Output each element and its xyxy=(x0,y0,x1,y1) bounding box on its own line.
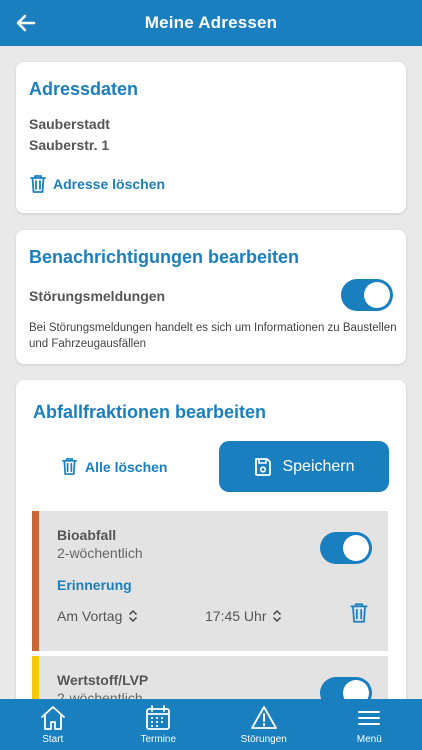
fraction-color-bar xyxy=(32,511,39,651)
chevron-up-down-icon xyxy=(129,610,138,622)
fractions-card: Abfallfraktionen bearbeiten Alle löschen… xyxy=(16,380,406,710)
toggle-knob xyxy=(364,282,390,308)
save-label: Speichern xyxy=(282,457,355,475)
trash-icon xyxy=(62,458,77,475)
notifications-card-title: Benachrichtigungen bearbeiten xyxy=(29,247,300,267)
calendar-icon xyxy=(146,705,171,730)
bottom-tab-bar: Start Termine Störungen Menü xyxy=(0,699,422,750)
toggle-knob xyxy=(343,535,369,561)
notifications-toggle[interactable] xyxy=(341,279,393,311)
tab-label: Start xyxy=(42,734,64,745)
address-city: Sauberstadt xyxy=(29,116,110,132)
delete-reminder-button[interactable] xyxy=(349,602,369,629)
fractions-card-title: Abfallfraktionen bearbeiten xyxy=(33,402,267,422)
warning-icon xyxy=(250,706,277,729)
delete-all-button[interactable]: Alle löschen xyxy=(61,457,167,476)
fraction-name: Bioabfall xyxy=(57,527,117,543)
reminder-day-select[interactable]: Am Vortag xyxy=(57,608,138,624)
address-card-title: Adressdaten xyxy=(29,79,139,99)
fraction-name: Wertstoff/LVP xyxy=(57,672,149,688)
save-button[interactable]: Speichern xyxy=(219,441,389,492)
tab-label: Menü xyxy=(356,734,382,745)
address-street: Sauberstr. 1 xyxy=(29,137,110,153)
trash-icon xyxy=(350,603,368,623)
delete-address-label: Adresse löschen xyxy=(53,176,166,192)
notifications-toggle-label: Störungsmeldungen xyxy=(29,288,166,304)
page-title: Meine Adressen xyxy=(144,13,278,32)
tab-stoerungen[interactable]: Störungen xyxy=(211,699,317,750)
tab-menue[interactable]: Menü xyxy=(317,699,422,750)
reminder-time-select[interactable]: 17:45 Uhr xyxy=(205,608,282,624)
home-icon xyxy=(40,706,65,730)
notifications-description: Bei Störungsmeldungen handelt es sich um… xyxy=(29,322,397,350)
reminder-day-value: Am Vortag xyxy=(57,608,123,624)
tab-label: Termine xyxy=(140,734,177,745)
delete-address-button[interactable]: Adresse löschen xyxy=(29,174,165,194)
arrow-left-icon xyxy=(16,14,36,32)
tab-label: Störungen xyxy=(240,734,287,745)
back-button[interactable] xyxy=(12,9,40,37)
tab-start[interactable]: Start xyxy=(0,699,106,750)
app-bar: Meine Adressen xyxy=(0,0,422,46)
address-card: Adressdaten Sauberstadt Sauberstr. 1 Adr… xyxy=(16,62,406,213)
reminder-label: Erinnerung xyxy=(57,577,132,593)
reminder-time-value: 17:45 Uhr xyxy=(205,608,267,624)
fraction-item-bioabfall: Bioabfall 2-wöchentlich Erinnerung Am Vo… xyxy=(32,511,388,651)
tab-termine[interactable]: Termine xyxy=(106,699,212,750)
notifications-card: Benachrichtigungen bearbeiten Störungsme… xyxy=(16,230,406,364)
trash-icon xyxy=(30,175,46,193)
fraction-toggle[interactable] xyxy=(320,532,372,564)
floppy-disk-icon xyxy=(255,457,272,476)
fraction-frequency: 2-wöchentlich xyxy=(57,545,143,561)
delete-all-label: Alle löschen xyxy=(85,458,168,475)
chevron-up-down-icon xyxy=(273,610,282,622)
menu-icon xyxy=(358,711,381,725)
